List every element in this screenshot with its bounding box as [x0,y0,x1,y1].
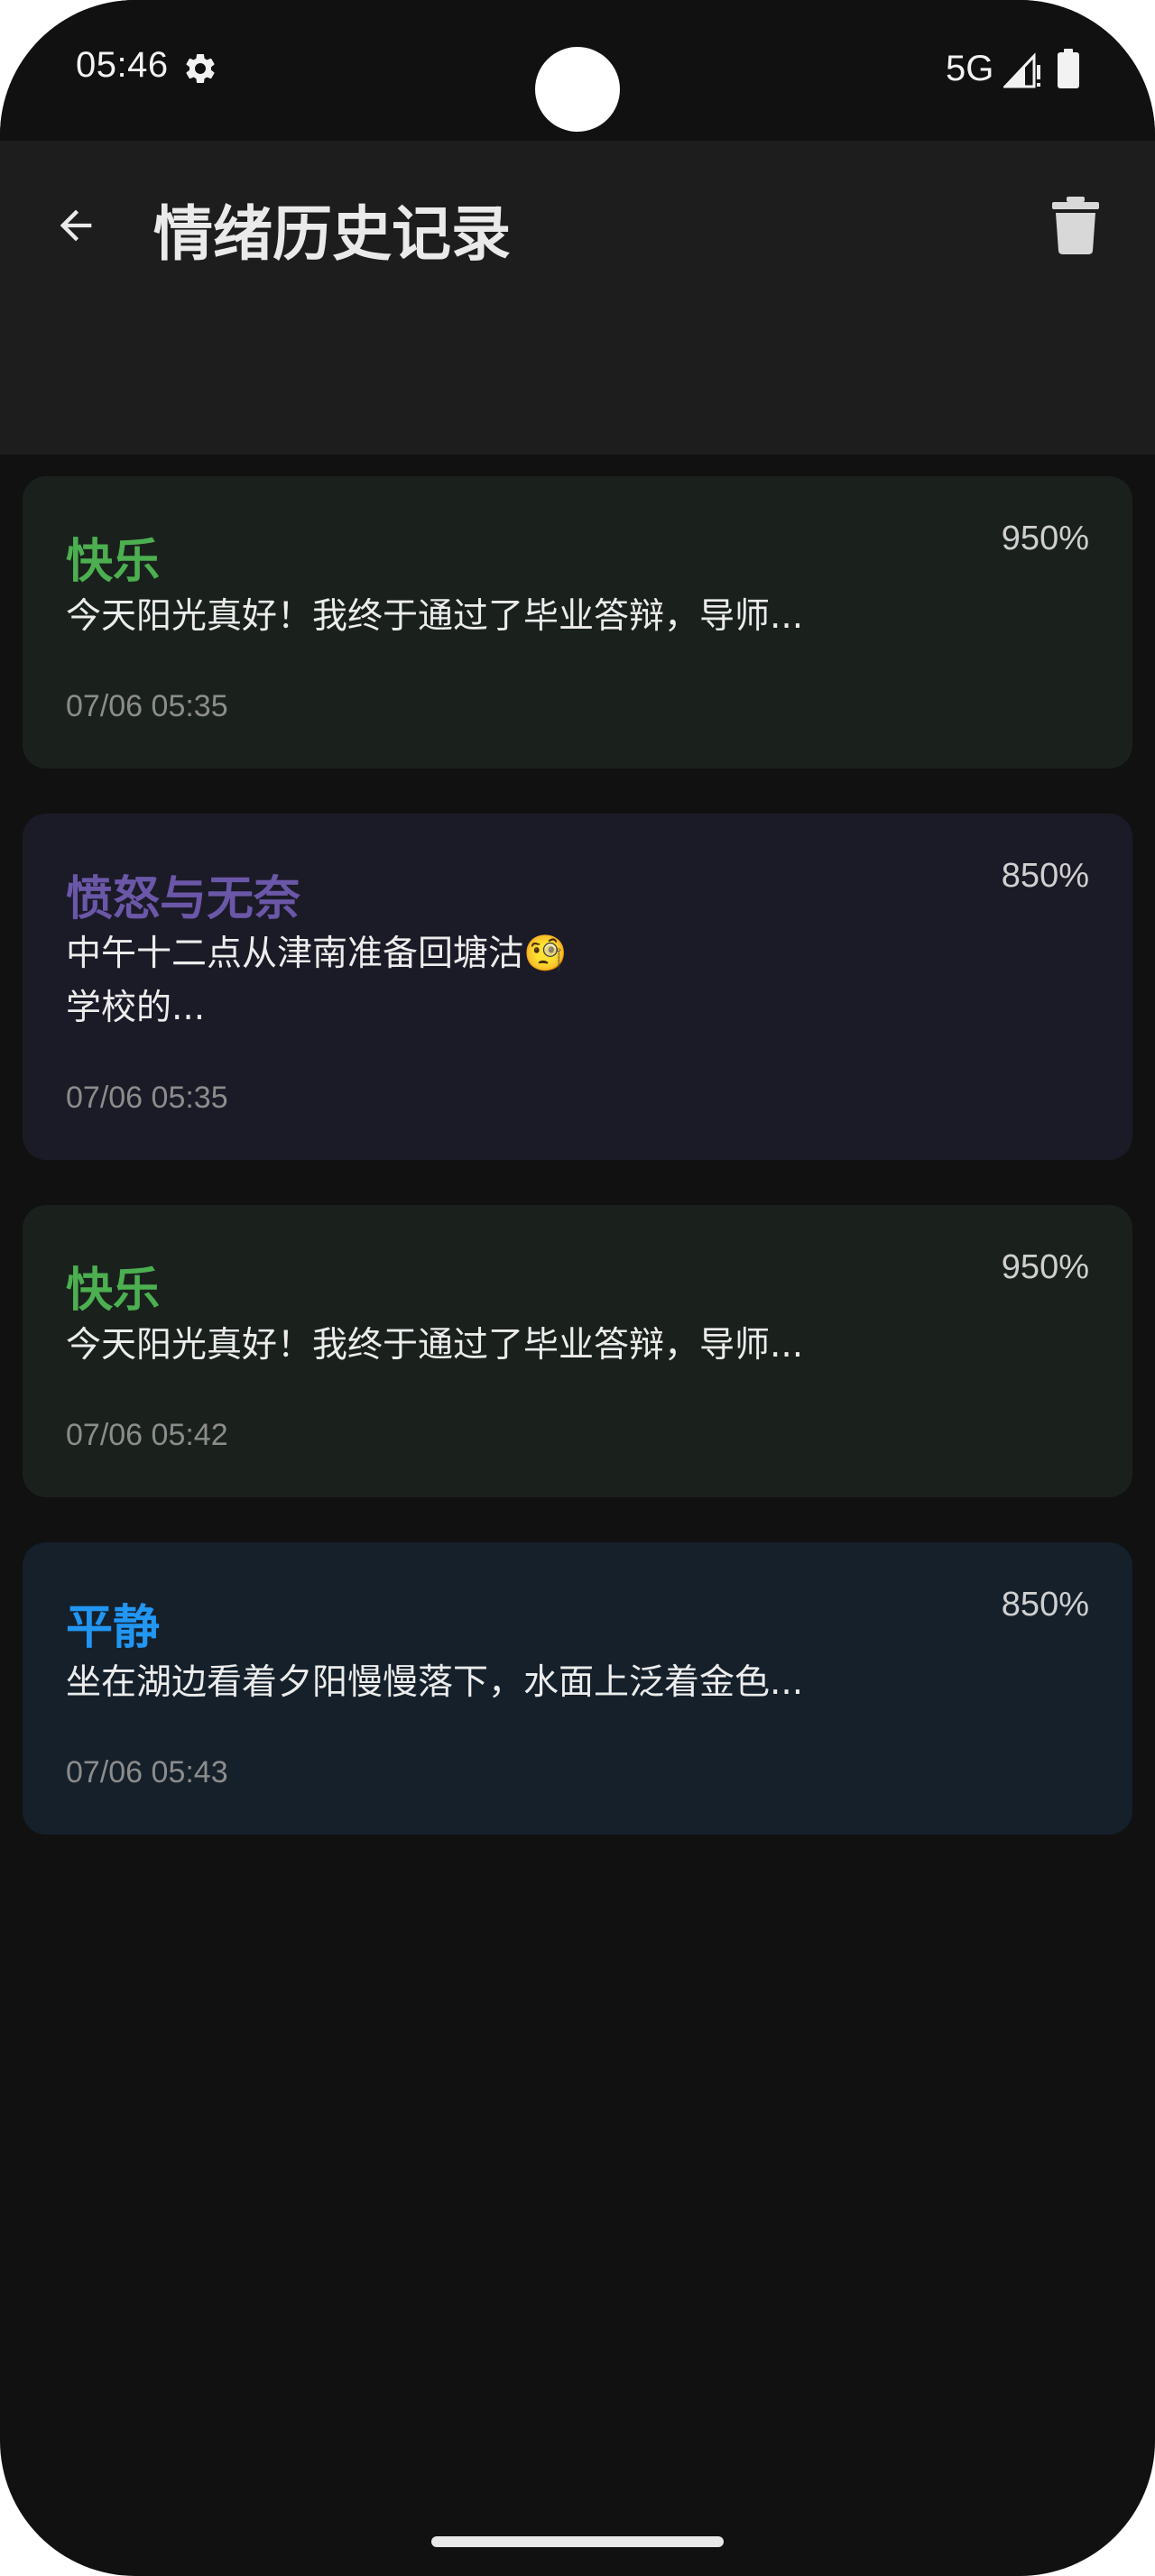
record-time: 07/06 05:35 [66,689,228,723]
record-time: 07/06 05:35 [66,1081,228,1115]
emotion-score: 950% [1001,1248,1089,1286]
app-bar [0,141,1155,455]
record-preview: 今天阳光真好！我终于通过了毕业答辩，导师... [66,1325,804,1366]
history-card[interactable]: 平静 850% 坐在湖边看着夕阳慢慢落下，水面上泛着金色... 07/06 05… [23,1542,1132,1835]
record-time: 07/06 05:42 [66,1418,228,1452]
delete-all-button[interactable] [1038,189,1113,265]
history-card[interactable]: 快乐 950% 今天阳光真好！我终于通过了毕业答辩，导师... 07/06 05… [23,476,1132,768]
camera-cutout [535,47,620,132]
page-title: 情绪历史记录 [153,199,511,269]
record-preview: 坐在湖边看着夕阳慢慢落下，水面上泛着金色... [66,1662,804,1703]
emotion-label: 快乐 [66,1264,161,1318]
record-preview: 今天阳光真好！我终于通过了毕业答辩，导师... [66,596,804,637]
record-time: 07/06 05:43 [66,1755,228,1789]
gear-icon [182,51,218,87]
status-bar: 05:46 5G [0,0,1155,141]
back-button[interactable] [38,189,114,265]
home-indicator[interactable] [431,2536,724,2547]
network-label: 5G [946,49,994,88]
emotion-score: 950% [1001,520,1089,557]
emotion-label: 愤怒与无奈 [66,872,301,926]
battery-icon [1058,49,1079,88]
phone-screen: 05:46 5G 情绪历史记录 快乐 950% 今天阳光真好！我终于通过了毕业答… [0,0,1155,2576]
record-preview: 中午十二点从津南准备回塘沽🧐 学校的... [66,934,568,1028]
emotion-label: 快乐 [66,535,161,589]
status-time: 05:46 [76,45,169,85]
emotion-score: 850% [1001,857,1089,895]
signal-icon [1002,52,1041,88]
trash-icon [1050,197,1101,258]
arrow-left-icon [52,202,99,253]
history-card[interactable]: 愤怒与无奈 850% 中午十二点从津南准备回塘沽🧐 学校的... 07/06 0… [23,814,1132,1160]
history-card[interactable]: 快乐 950% 今天阳光真好！我终于通过了毕业答辩，导师... 07/06 05… [23,1205,1132,1497]
emotion-score: 850% [1001,1586,1089,1624]
emotion-label: 平静 [66,1601,161,1655]
